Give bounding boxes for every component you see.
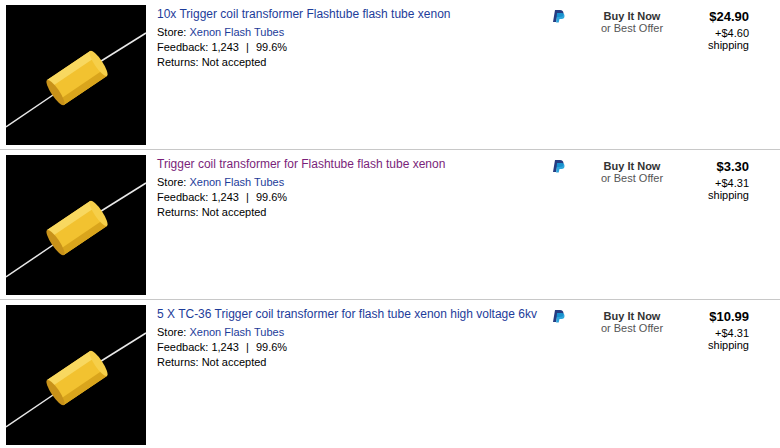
- price: $24.90: [677, 9, 749, 25]
- returns-label: Returns:: [157, 56, 199, 68]
- product-photo[interactable]: [6, 305, 146, 445]
- returns-value: Not accepted: [202, 206, 267, 218]
- paypal-icon: [551, 159, 587, 173]
- feedback-label: Feedback:: [157, 41, 208, 53]
- price-cell: $10.99 +$4.31shipping: [677, 305, 749, 351]
- returns-line: Returns: Not accepted: [157, 355, 547, 370]
- store-label: Store:: [157, 26, 186, 38]
- store-line: Store: Xenon Flash Tubes: [157, 325, 547, 340]
- feedback-separator: |: [246, 341, 249, 353]
- paypal-icon: [551, 309, 587, 323]
- paypal-cell: [551, 155, 587, 173]
- feedback-separator: |: [246, 191, 249, 203]
- product-photo[interactable]: [6, 5, 146, 145]
- listing-row: 10x Trigger coil transformer Flashtube f…: [0, 0, 780, 150]
- listing-info: 10x Trigger coil transformer Flashtube f…: [157, 5, 547, 70]
- paypal-cell: [551, 5, 587, 23]
- returns-line: Returns: Not accepted: [157, 55, 547, 70]
- listing-info: Trigger coil transformer for Flashtube f…: [157, 155, 547, 220]
- feedback-count: 1,243: [211, 341, 239, 353]
- store-line: Store: Xenon Flash Tubes: [157, 25, 547, 40]
- shipping-label: shipping: [677, 39, 749, 51]
- best-offer-label: or Best Offer: [587, 322, 677, 334]
- price: $10.99: [677, 309, 749, 325]
- feedback-line: Feedback: 1,243 | 99.6%: [157, 340, 547, 355]
- store-link[interactable]: Xenon Flash Tubes: [189, 326, 284, 338]
- format-cell: Buy It Nowor Best Offer: [587, 5, 677, 34]
- feedback-percent: 99.6%: [256, 41, 287, 53]
- shipping-label: shipping: [677, 189, 749, 201]
- buy-it-now-label: Buy It Now: [587, 10, 677, 22]
- feedback-label: Feedback:: [157, 341, 208, 353]
- shipping-cost: +$4.60: [677, 27, 749, 39]
- best-offer-label: or Best Offer: [587, 172, 677, 184]
- price-cell: $24.90 +$4.60shipping: [677, 5, 749, 51]
- feedback-count: 1,243: [211, 41, 239, 53]
- feedback-label: Feedback:: [157, 191, 208, 203]
- price: $3.30: [677, 159, 749, 175]
- returns-value: Not accepted: [202, 356, 267, 368]
- buy-it-now-label: Buy It Now: [587, 160, 677, 172]
- buy-it-now-label: Buy It Now: [587, 310, 677, 322]
- format-cell: Buy It Nowor Best Offer: [587, 305, 677, 334]
- returns-value: Not accepted: [202, 56, 267, 68]
- feedback-count: 1,243: [211, 191, 239, 203]
- returns-label: Returns:: [157, 356, 199, 368]
- feedback-line: Feedback: 1,243 | 99.6%: [157, 190, 547, 205]
- listing-info: 5 X TC-36 Trigger coil transformer for f…: [157, 305, 547, 370]
- feedback-line: Feedback: 1,243 | 99.6%: [157, 40, 547, 55]
- best-offer-label: or Best Offer: [587, 22, 677, 34]
- listing-title[interactable]: 10x Trigger coil transformer Flashtube f…: [157, 6, 547, 22]
- store-link[interactable]: Xenon Flash Tubes: [189, 176, 284, 188]
- returns-line: Returns: Not accepted: [157, 205, 547, 220]
- store-line: Store: Xenon Flash Tubes: [157, 175, 547, 190]
- listing-title[interactable]: Trigger coil transformer for Flashtube f…: [157, 156, 547, 172]
- product-photo[interactable]: [6, 155, 146, 295]
- store-label: Store:: [157, 176, 186, 188]
- paypal-icon: [551, 9, 587, 23]
- returns-label: Returns:: [157, 206, 199, 218]
- listing-row: 5 X TC-36 Trigger coil transformer for f…: [0, 300, 780, 448]
- shipping-cost: +$4.31: [677, 327, 749, 339]
- store-link[interactable]: Xenon Flash Tubes: [189, 26, 284, 38]
- listing-row: Trigger coil transformer for Flashtube f…: [0, 150, 780, 300]
- price-cell: $3.30 +$4.31shipping: [677, 155, 749, 201]
- feedback-percent: 99.6%: [256, 341, 287, 353]
- feedback-separator: |: [246, 41, 249, 53]
- shipping-label: shipping: [677, 339, 749, 351]
- listing-title[interactable]: 5 X TC-36 Trigger coil transformer for f…: [157, 306, 547, 322]
- format-cell: Buy It Nowor Best Offer: [587, 155, 677, 184]
- paypal-cell: [551, 305, 587, 323]
- store-label: Store:: [157, 326, 186, 338]
- feedback-percent: 99.6%: [256, 191, 287, 203]
- shipping-cost: +$4.31: [677, 177, 749, 189]
